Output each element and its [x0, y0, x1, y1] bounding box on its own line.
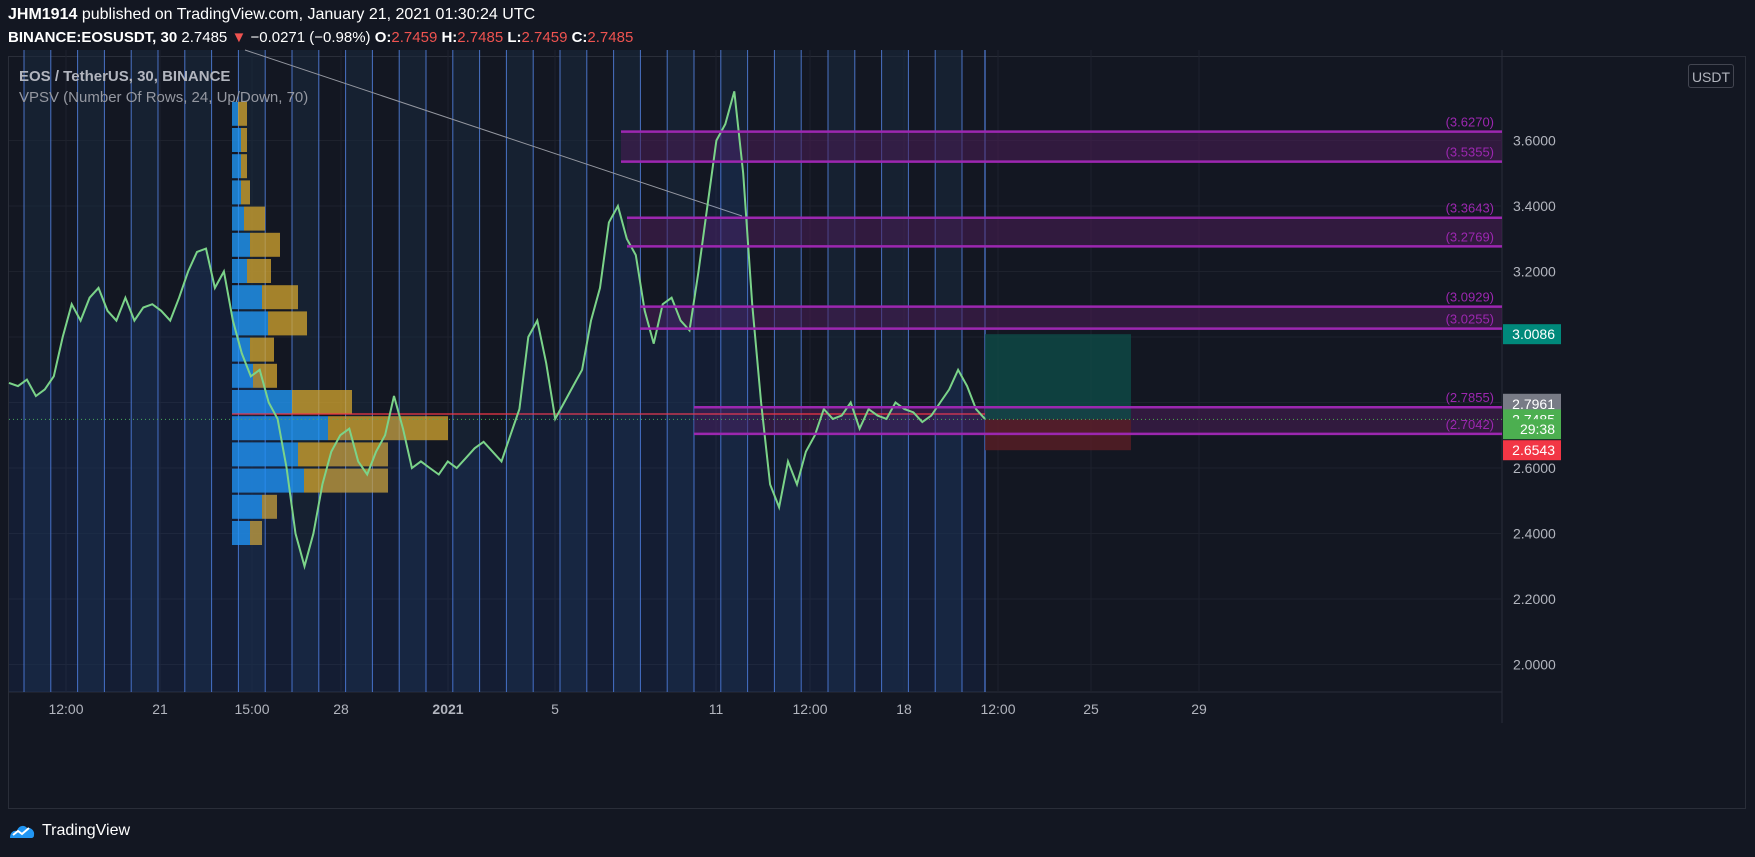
y-tick-label: 2.4000 — [1513, 526, 1556, 542]
vp-down-bar — [262, 285, 298, 310]
brand-name: TradingView — [42, 822, 131, 839]
x-tick-label: 29 — [1191, 701, 1207, 717]
y-tick-label: 2.6000 — [1513, 460, 1556, 476]
y-tick-label: 3.2000 — [1513, 264, 1556, 280]
level-label: (3.5355) — [1446, 145, 1494, 160]
y-tick-label: 3.4000 — [1513, 198, 1556, 214]
vp-up-bar — [232, 206, 244, 231]
x-tick-label: 25 — [1083, 701, 1099, 717]
level-label: (3.0255) — [1446, 312, 1494, 327]
y-tick-label: 3.6000 — [1513, 133, 1556, 149]
x-tick-label: 12:00 — [792, 701, 827, 717]
level-label: (3.6270) — [1446, 115, 1494, 130]
vp-down-bar — [241, 128, 247, 152]
x-tick-label: 18 — [896, 701, 912, 717]
price-badge-label: 3.0086 — [1512, 326, 1555, 342]
vp-down-bar — [244, 206, 265, 231]
vp-down-bar — [292, 390, 352, 414]
vp-up-bar — [232, 259, 247, 283]
vp-down-bar — [268, 311, 307, 336]
level-label: (2.7855) — [1446, 390, 1494, 405]
x-tick-label: 5 — [551, 701, 559, 717]
vp-down-bar — [250, 232, 280, 257]
symbol-legend[interactable]: EOS / TetherUS, 30, BINANCE — [19, 66, 308, 87]
currency-badge[interactable]: USDT — [1688, 64, 1734, 88]
x-tick-label: 21 — [152, 701, 168, 717]
price-badge-label: 29:38 — [1520, 421, 1555, 437]
vp-up-bar — [232, 232, 250, 257]
level-label: (3.2769) — [1446, 229, 1494, 244]
indicator-legend[interactable]: VPSV (Number Of Rows, 24, Up/Down, 70) — [19, 87, 308, 108]
vp-down-bar — [247, 259, 271, 283]
sr-zone — [621, 131, 1502, 162]
sr-zone — [640, 306, 1502, 329]
vp-down-bar — [241, 180, 250, 205]
x-tick-label: 15:00 — [234, 701, 269, 717]
vp-up-bar — [232, 154, 241, 179]
x-tick-label: 11 — [709, 701, 724, 717]
vp-up-bar — [232, 285, 262, 310]
vp-down-bar — [241, 154, 247, 179]
y-tick-label: 2.0000 — [1513, 657, 1556, 673]
vp-up-bar — [232, 311, 268, 336]
level-label: (2.7042) — [1446, 417, 1494, 432]
sr-zone — [627, 217, 1502, 247]
price-chart[interactable]: 3.60003.40003.20003.00002.80002.60002.40… — [0, 0, 1755, 857]
vp-up-bar — [232, 180, 241, 205]
x-tick-label: 28 — [333, 701, 349, 717]
y-tick-label: 2.2000 — [1513, 591, 1556, 607]
x-tick-label: 2021 — [432, 701, 463, 717]
vp-down-bar — [250, 337, 274, 362]
level-label: (3.3643) — [1446, 201, 1494, 216]
vp-up-bar — [232, 128, 241, 152]
x-tick-label: 12:00 — [980, 701, 1015, 717]
tradingview-logo-icon — [10, 825, 35, 838]
price-badge-label: 2.6543 — [1512, 442, 1555, 458]
tradingview-brand: TradingView — [8, 822, 130, 840]
level-label: (3.0929) — [1446, 290, 1494, 305]
chart-legend: EOS / TetherUS, 30, BINANCE VPSV (Number… — [19, 66, 308, 108]
x-tick-label: 12:00 — [48, 701, 83, 717]
